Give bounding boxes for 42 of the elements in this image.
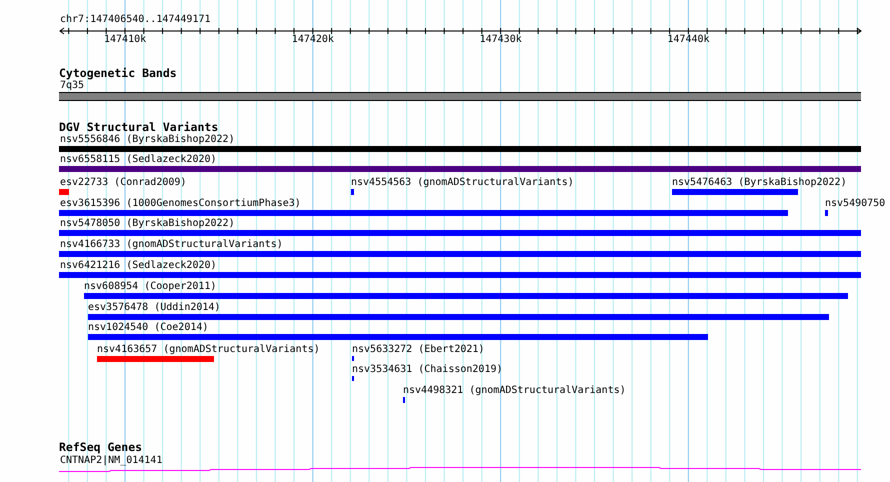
variant-bar[interactable] — [672, 189, 798, 195]
variant-bar[interactable] — [88, 334, 708, 340]
variant-label: nsv5556846 (ByrskaBishop2022) — [60, 134, 235, 146]
gene-line[interactable] — [59, 467, 861, 472]
variant-label: esv3576478 (Uddin2014) — [88, 302, 220, 314]
variant-label: nsv1024540 (Coe2014) — [88, 322, 208, 334]
band-label: 7q35 — [60, 80, 84, 92]
variant-label: nsv4163657 (gnomADStructuralVariants) — [97, 344, 320, 356]
tick-label: 147430k — [480, 34, 522, 46]
variant-bar[interactable] — [88, 314, 829, 320]
variant-bar[interactable] — [59, 272, 861, 278]
tick-label: 147420k — [292, 34, 334, 46]
variant-label: nsv4166733 (gnomADStructuralVariants) — [60, 239, 283, 251]
tick-label: 147410k — [104, 34, 146, 46]
variant-label: nsv5478050 (ByrskaBishop2022) — [60, 218, 235, 230]
variant-bar[interactable] — [59, 210, 788, 216]
variant-bar[interactable] — [59, 251, 861, 257]
variant-bar[interactable] — [97, 356, 214, 362]
variant-label: nsv6421216 (Sedlazeck2020) — [60, 260, 217, 272]
variant-bar[interactable] — [59, 230, 861, 236]
variant-label: esv22733 (Conrad2009) — [60, 177, 186, 189]
variant-label: esv3615396 (1000GenomesConsortiumPhase3) — [60, 198, 301, 210]
variant-bar[interactable] — [825, 210, 828, 216]
variant-bar[interactable] — [84, 293, 848, 299]
location-label: chr7:147406540..147449171 — [60, 14, 211, 26]
tick-label: 147440k — [667, 34, 710, 46]
variant-label: nsv5476463 (ByrskaBishop2022) — [672, 177, 847, 189]
variant-bar[interactable] — [59, 166, 861, 172]
variant-label: nsv6558115 (Sedlazeck2020) — [60, 154, 217, 166]
variant-bar[interactable] — [59, 146, 861, 152]
track-title: Cytogenetic Bands — [59, 67, 177, 79]
variant-label: nsv608954 (Cooper2011) — [84, 281, 216, 293]
gene-label: CNTNAP2|NM_014141 — [60, 455, 162, 467]
variant-bar[interactable] — [351, 189, 354, 195]
variant-label: nsv4498321 (gnomADStructuralVariants) — [403, 385, 626, 397]
variant-bar[interactable] — [59, 189, 69, 195]
variant-label: nsv4554563 (gnomADStructuralVariants) — [351, 177, 574, 189]
variant-label: nsv5490750 — [825, 198, 886, 210]
track-title: RefSeq Genes — [59, 441, 142, 453]
variant-label: nsv5633272 (Ebert2021) — [352, 344, 484, 356]
track-title: DGV Structural Variants — [59, 121, 218, 133]
variant-label: nsv3534631 (Chaisson2019) — [352, 364, 503, 376]
